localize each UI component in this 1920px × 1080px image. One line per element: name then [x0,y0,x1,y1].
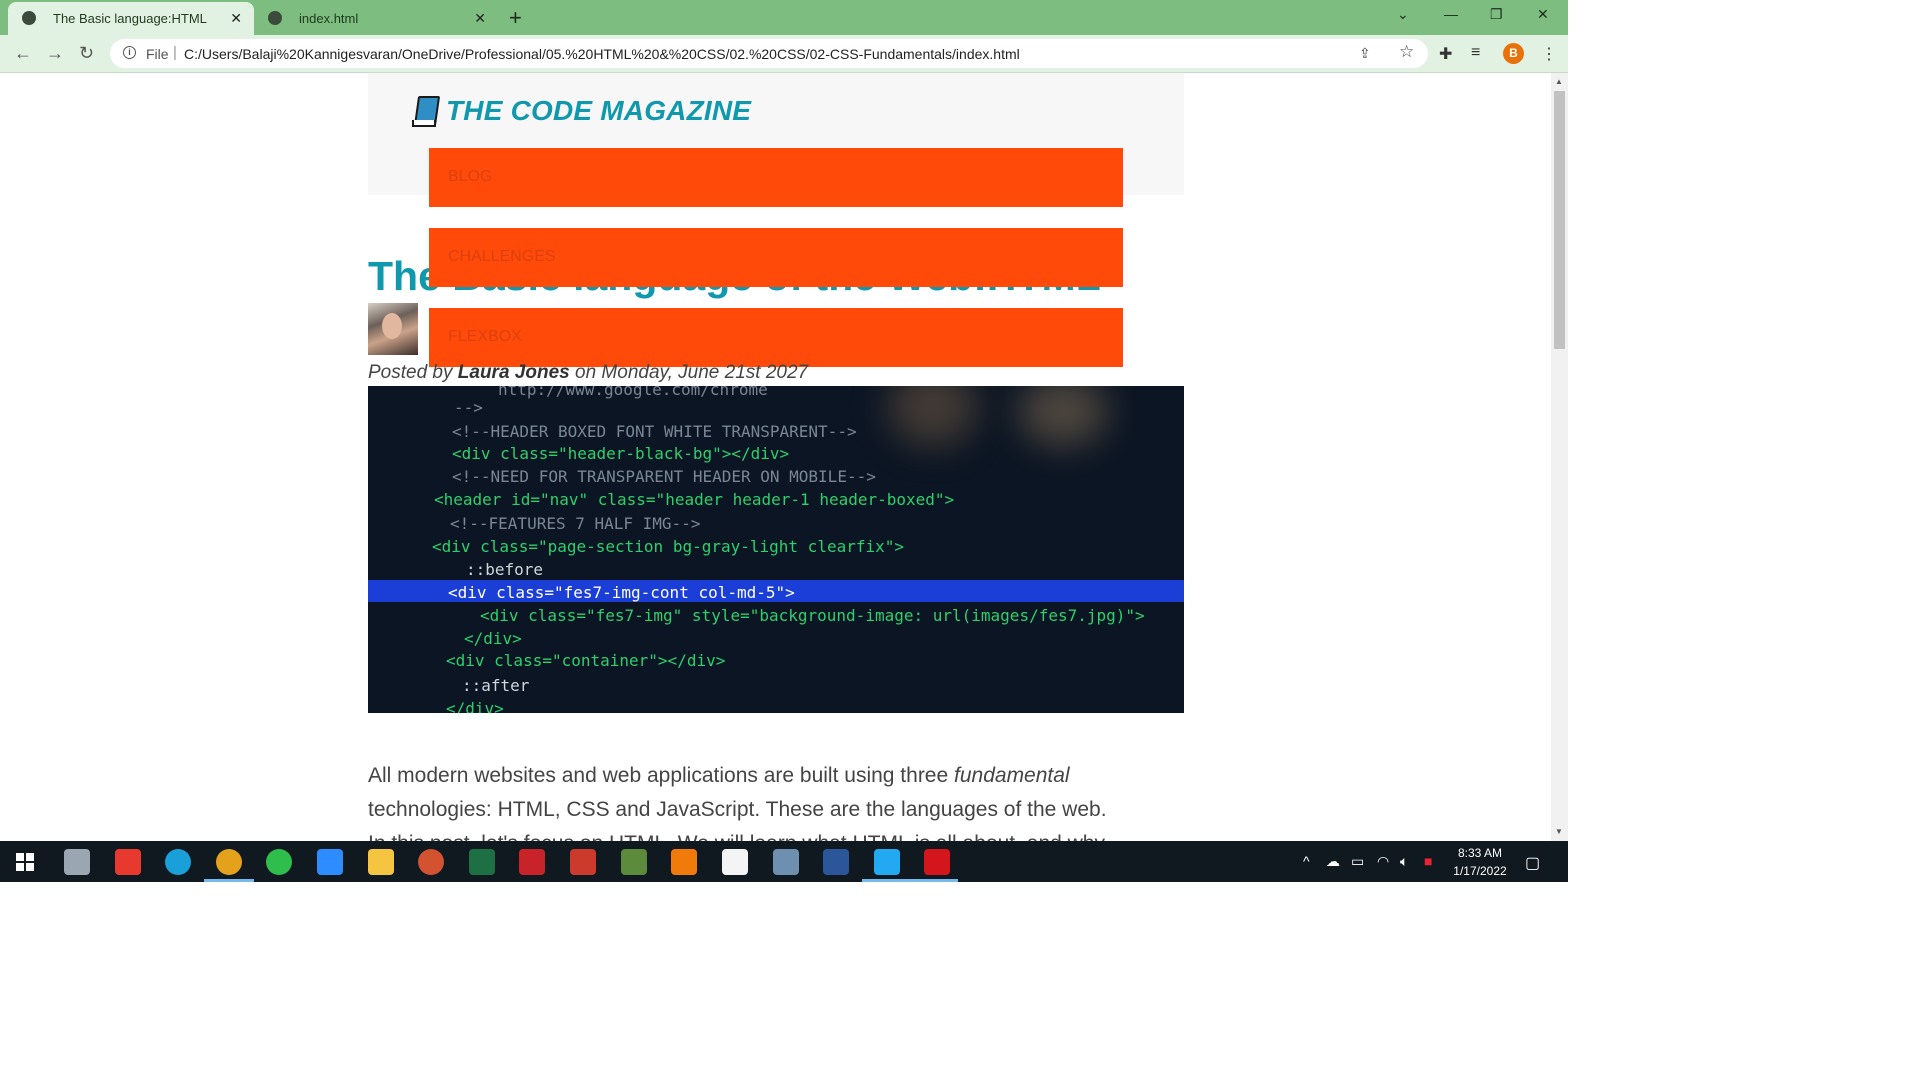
volume-icon[interactable]: 🔈︎ [1400,853,1408,870]
menu-kebab-icon[interactable]: ⋮ [1541,44,1557,64]
share-icon[interactable]: ⇪ [1359,45,1371,62]
tray-chevron-icon[interactable]: ^ [1303,853,1310,869]
scroll-up-icon[interactable]: ▲ [1555,77,1563,86]
site-info-icon[interactable]: i [123,46,136,59]
page-scrollbar[interactable]: ▲ ▼ [1551,73,1568,841]
article-paragraph: All modern websites and web applications… [368,764,1107,841]
nav-label: BLOG [448,168,493,185]
onedrive-icon[interactable]: ☁ [1326,853,1340,870]
reading-list-icon[interactable]: ≡ [1471,44,1480,62]
word-icon[interactable] [823,849,849,875]
scheme-label: File [146,46,169,62]
author-avatar [368,303,418,355]
page-viewport: THE CODE MAGAZINE The Basic language of … [0,73,1551,841]
minimize-button[interactable]: — [1444,6,1458,22]
restore-button[interactable]: ❐ [1490,6,1503,23]
browser-toolbar: ← → ↻ i File | C:/Users/Balaji%20Kannige… [0,35,1568,73]
tab-search-chevron-icon[interactable]: ⌄ [1397,6,1409,23]
close-tab-icon[interactable]: ✕ [230,10,242,27]
scroll-down-icon[interactable]: ▼ [1555,827,1563,836]
nav-label: FLEXBOX [448,328,522,345]
wifi-icon[interactable]: ◠ [1377,853,1389,870]
ws-app-icon[interactable] [722,849,748,875]
back-button[interactable]: ← [14,43,32,64]
excel-icon[interactable] [469,849,495,875]
remote-desktop-icon[interactable] [773,849,799,875]
zoom-icon[interactable] [317,849,343,875]
author-name: Laura Jones [457,362,570,383]
address-bar[interactable]: i File | C:/Users/Balaji%20Kannigesvaran… [110,39,1428,68]
vscode-icon[interactable] [874,849,900,875]
action-center-icon[interactable]: ▢ [1525,853,1540,873]
file-explorer-icon[interactable] [64,849,90,875]
site-logo[interactable]: THE CODE MAGAZINE [412,95,751,127]
whatsapp-icon[interactable] [266,849,292,875]
extensions-icon[interactable]: ✚ [1439,44,1452,64]
post-date: Monday, June 21st 2027 [601,362,809,383]
tab-active[interactable]: The Basic language:HTML ✕ [8,2,254,35]
vlc-icon[interactable] [671,849,697,875]
profile-avatar[interactable]: B [1503,43,1524,64]
hero-image: http://www.google.com/chrome --> <!--HEA… [368,386,1184,713]
close-window-button[interactable]: ✕ [1537,6,1549,23]
clock-date: 1/17/2022 [1453,864,1507,878]
nav-label: CHALLENGES [448,248,556,265]
active-app-indicator [204,879,254,882]
folder-icon[interactable] [368,849,394,875]
clock-time: 8:33 AM [1457,846,1503,860]
et-app-icon[interactable] [570,849,596,875]
acrobat-icon[interactable] [924,849,950,875]
chrome-icon[interactable] [216,849,242,875]
tab-title: index.html [299,11,359,26]
battery-icon[interactable]: ▭ [1351,853,1364,870]
logo-text: THE CODE MAGAZINE [446,95,752,126]
url-text[interactable]: C:/Users/Balaji%20Kannigesvaran/OneDrive… [184,46,1020,62]
system-clock[interactable]: 8:33 AM 1/17/2022 [1440,844,1520,880]
post-meta: Posted by Laura Jones on Monday, June 21… [368,362,809,383]
book-icon [412,96,441,127]
tally-icon[interactable] [621,849,647,875]
close-tab-icon[interactable]: ✕ [474,10,486,27]
new-tab-button[interactable]: + [509,5,522,31]
tab-inactive[interactable]: index.html ✕ [254,2,498,35]
open-app-indicator [862,879,912,882]
nav-item-flexbox[interactable]: FLEXBOX [429,308,1123,367]
nav-item-challenges[interactable]: CHALLENGES [429,228,1123,287]
scrollbar-thumb[interactable] [1554,91,1565,349]
windows-taskbar: ^ ☁ ▭ ◠ 🔈︎ ■ 8:33 AM 1/17/2022 ▢ [0,841,1568,882]
tab-title: The Basic language:HTML [53,11,207,26]
globe-icon [268,11,282,25]
edge-icon[interactable] [165,849,191,875]
reload-button[interactable]: ↻ [79,43,94,64]
nav-item-blog[interactable]: BLOG [429,148,1123,207]
open-app-indicator [912,879,958,882]
bookmark-star-icon[interactable]: ☆ [1399,42,1414,62]
notification-app-icon[interactable]: ■ [1424,853,1432,869]
anydesk-icon[interactable] [115,849,141,875]
globe-icon [22,11,36,25]
divider: | [173,44,177,61]
windows-start-icon[interactable] [16,853,34,871]
browser-tab-strip: The Basic language:HTML ✕ index.html ✕ +… [0,0,1568,35]
forward-button[interactable]: → [46,43,64,64]
powerpoint-icon[interactable] [418,849,444,875]
pdf-reader-icon[interactable] [519,849,545,875]
